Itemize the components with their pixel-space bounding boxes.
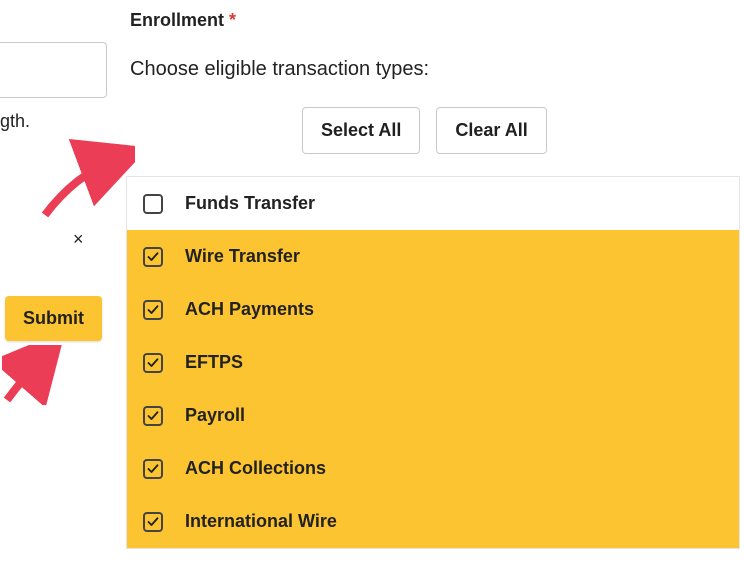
checkbox-unchecked-icon[interactable] (143, 194, 163, 214)
transaction-type-label: International Wire (185, 511, 337, 532)
enrollment-help-text: Choose eligible transaction types: (130, 58, 429, 81)
transaction-type-list: Funds Transfer Wire Transfer ACH Payments E… (126, 176, 740, 549)
bulk-action-row: Select All Clear All (302, 107, 547, 154)
transaction-type-row[interactable]: Payroll (127, 389, 739, 442)
transaction-type-row[interactable]: ACH Payments (127, 283, 739, 336)
annotation-arrow-submit (2, 345, 72, 405)
transaction-type-row[interactable]: International Wire (127, 495, 739, 548)
select-all-button[interactable]: Select All (302, 107, 420, 154)
enrollment-label: Enrollment * (130, 10, 236, 31)
transaction-type-label: Funds Transfer (185, 193, 315, 214)
transaction-type-label: EFTPS (185, 352, 243, 373)
helper-text-cropped: gth. (0, 111, 30, 132)
transaction-type-row[interactable]: ACH Collections (127, 442, 739, 495)
enrollment-label-text: Enrollment (130, 10, 224, 30)
submit-button[interactable]: Submit (5, 296, 102, 341)
transaction-type-row[interactable]: Funds Transfer (127, 177, 739, 230)
annotation-arrow-list (35, 135, 135, 225)
checkbox-checked-icon[interactable] (143, 300, 163, 320)
transaction-type-row[interactable]: Wire Transfer (127, 230, 739, 283)
close-icon[interactable]: × (73, 230, 84, 248)
checkbox-checked-icon[interactable] (143, 512, 163, 532)
transaction-type-label: Payroll (185, 405, 245, 426)
checkbox-checked-icon[interactable] (143, 353, 163, 373)
checkbox-checked-icon[interactable] (143, 406, 163, 426)
transaction-type-label: Wire Transfer (185, 246, 300, 267)
checkbox-checked-icon[interactable] (143, 247, 163, 267)
text-input-cropped[interactable] (0, 42, 107, 98)
clear-all-button[interactable]: Clear All (436, 107, 546, 154)
transaction-type-row[interactable]: EFTPS (127, 336, 739, 389)
checkbox-checked-icon[interactable] (143, 459, 163, 479)
transaction-type-label: ACH Collections (185, 458, 326, 479)
required-asterisk: * (229, 10, 236, 30)
transaction-type-label: ACH Payments (185, 299, 314, 320)
